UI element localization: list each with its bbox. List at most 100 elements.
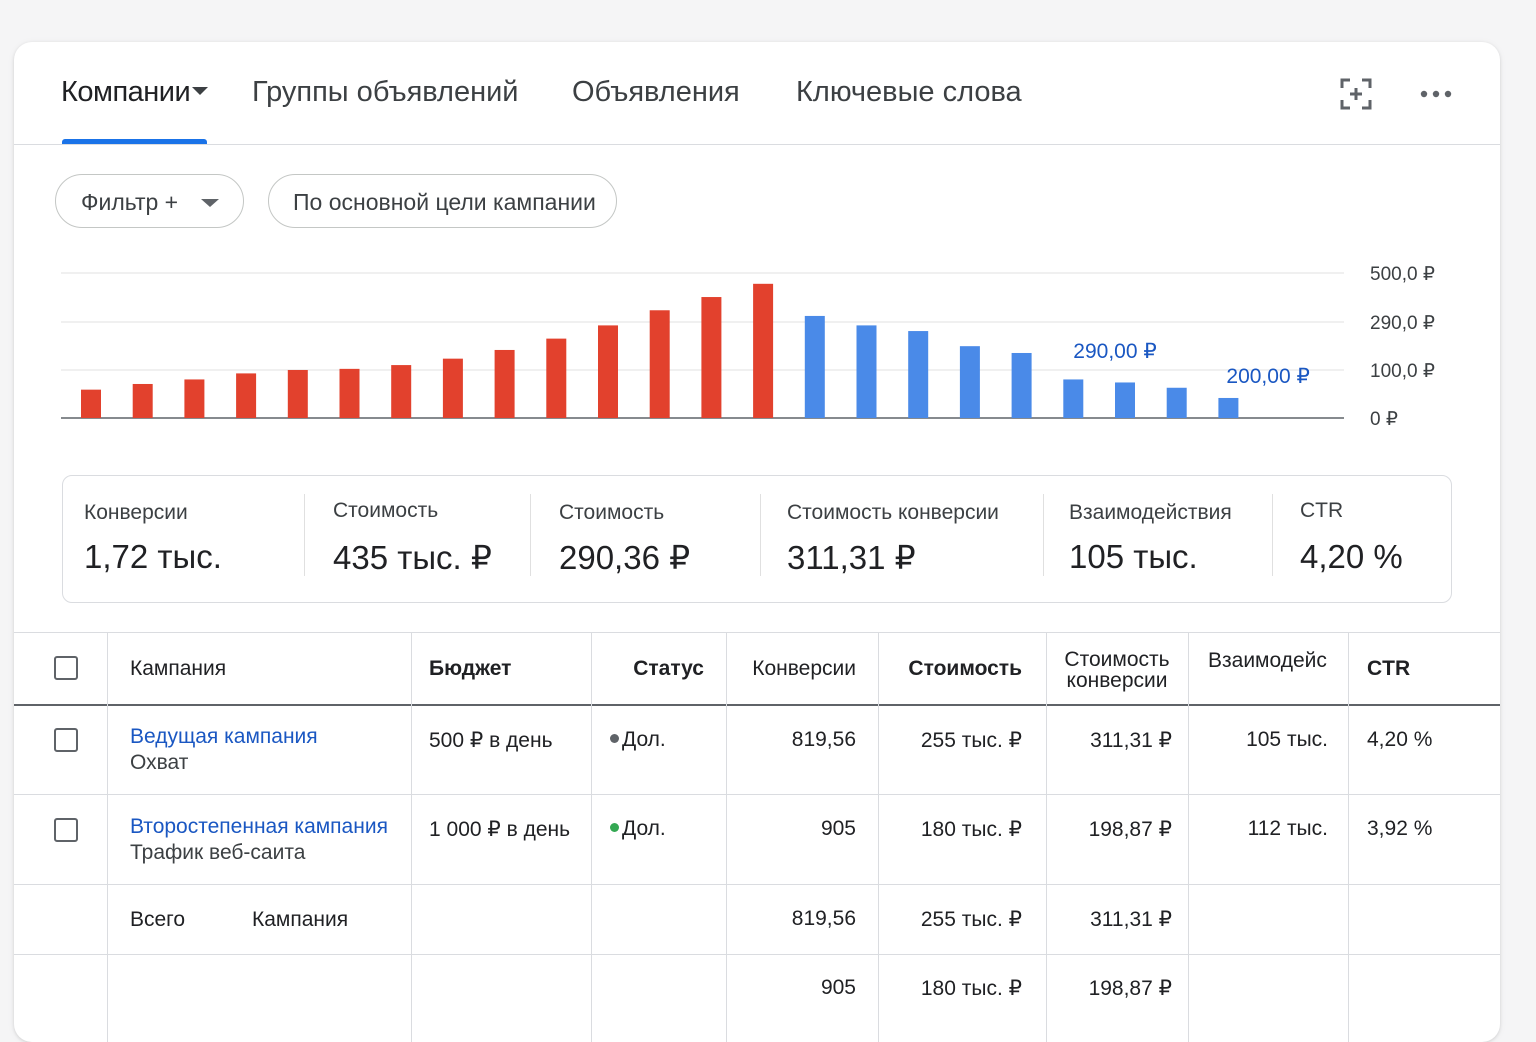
header-interactions[interactable]: Взаимодейс xyxy=(1208,649,1327,673)
active-tab-indicator xyxy=(62,139,207,144)
select-all-checkbox[interactable] xyxy=(54,656,78,680)
cost-value: 180 тыс. ₽ xyxy=(920,818,1022,841)
header-cost-per-conversion-line1: Стоимость xyxy=(1064,648,1170,671)
chart-bar[interactable] xyxy=(339,368,360,418)
totals-cost: 255 тыс. ₽ xyxy=(920,908,1022,931)
campaigns-card: Компании Группы объявлений Объявления Кл… xyxy=(14,42,1500,1042)
header-cost-per-conversion[interactable]: Стоимость конверсии xyxy=(1046,649,1188,691)
row-border xyxy=(14,954,1500,955)
column-divider xyxy=(411,632,412,1042)
header-conversions[interactable]: Конверсии xyxy=(726,657,856,681)
tab-campaigns[interactable]: Компании xyxy=(61,76,209,109)
metric-label: Стоимость конверсии xyxy=(787,501,999,524)
row-border xyxy=(14,794,1500,795)
chart-bar[interactable] xyxy=(287,369,308,418)
chart-bar[interactable] xyxy=(1063,379,1084,418)
metric-divider xyxy=(304,494,305,576)
metric-label: Стоимость xyxy=(333,499,439,522)
metric-divider xyxy=(530,494,531,576)
header-status[interactable]: Статус xyxy=(591,657,704,681)
metric-value: 105 тыс. xyxy=(1069,538,1198,575)
tab-ad-groups[interactable]: Группы объявлений xyxy=(252,76,519,109)
metric-label: Стоимость xyxy=(559,501,665,524)
status-dot-icon xyxy=(610,822,619,832)
chart-bar[interactable] xyxy=(649,310,670,418)
chart-bar[interactable] xyxy=(701,297,722,418)
ctr-value: 3,92 % xyxy=(1367,817,1433,840)
header-budget[interactable]: Бюджет xyxy=(429,657,511,681)
metric-label: Взаимодействия xyxy=(1069,501,1232,524)
status-text: Дол. xyxy=(622,728,666,751)
tab-campaigns-label: Компании xyxy=(61,76,191,108)
chart-bar[interactable] xyxy=(959,346,980,418)
budget-value[interactable]: 1 000 ₽ в день xyxy=(429,817,570,842)
filter-button[interactable]: Фильтр + xyxy=(55,174,244,228)
metric-divider xyxy=(1043,494,1044,576)
metric-label: Конверсии xyxy=(84,501,188,524)
goal-filter-chip[interactable]: По основной цели кампании xyxy=(268,174,617,228)
goal-filter-label: По основной цели кампании xyxy=(293,189,596,215)
filter-label: Фильтр + xyxy=(81,189,179,215)
chart-bar[interactable] xyxy=(391,365,412,418)
chart-bar[interactable] xyxy=(442,358,463,418)
chart-bar[interactable] xyxy=(546,338,567,418)
performance-chart: 500,0 ₽ 290,0 ₽ 100,0 ₽ 0 ₽ 290,00 ₽ 200,00 ₽ xyxy=(61,264,1435,430)
cost-value: 255 тыс. ₽ xyxy=(920,729,1022,752)
status-dot-icon xyxy=(610,733,619,743)
metric-value: 435 тыс. ₽ xyxy=(333,539,492,576)
expand-icon[interactable] xyxy=(1336,74,1376,114)
chart-bar[interactable] xyxy=(804,315,825,418)
more-options-icon[interactable] xyxy=(1416,74,1456,114)
metric-value: 4,20 % xyxy=(1300,538,1403,575)
ctr-value: 4,20 % xyxy=(1367,728,1433,751)
budget-value[interactable]: 500 ₽ в день xyxy=(429,728,553,753)
chart-bar[interactable] xyxy=(81,389,101,418)
interactions-value: 112 тыс. xyxy=(1247,817,1328,840)
totals-cost-per-conversion: 198,87 ₽ xyxy=(1088,977,1172,1000)
totals-cost-per-conversion: 311,31 ₽ xyxy=(1090,908,1172,931)
metric-value: 290,36 ₽ xyxy=(559,539,691,576)
totals-conversions: 905 xyxy=(820,976,856,999)
chart-bar[interactable] xyxy=(1218,397,1239,418)
metric-value: 311,31 ₽ xyxy=(787,539,916,576)
metrics-summary: Конверсии 1,72 тыс. Стоимость 435 тыс. ₽… xyxy=(62,475,1452,603)
status-cell: Дол. xyxy=(610,817,666,841)
header-cost[interactable]: Стоимость xyxy=(878,657,1022,681)
status-cell: Дол. xyxy=(610,728,666,752)
table-border xyxy=(14,632,1500,633)
chevron-down-icon xyxy=(192,87,209,96)
chart-bar[interactable] xyxy=(1011,352,1032,418)
chart-bar[interactable] xyxy=(184,379,205,418)
chart-bar[interactable] xyxy=(1115,382,1135,418)
metric-divider xyxy=(760,494,761,576)
y-tick-label: 0 ₽ xyxy=(1370,409,1398,430)
column-divider xyxy=(591,632,592,1042)
chart-bar[interactable] xyxy=(494,349,515,418)
chart-bar[interactable] xyxy=(856,325,877,418)
chart-bar[interactable] xyxy=(753,283,774,418)
totals-sublabel: Кампания xyxy=(252,908,349,931)
cost-per-conversion-value: 311,31 ₽ xyxy=(1090,729,1172,752)
chart-bar[interactable] xyxy=(1166,387,1187,418)
chart-bar[interactable] xyxy=(132,383,153,418)
chart-bar[interactable] xyxy=(236,373,257,418)
interactions-value: 105 тыс. xyxy=(1246,728,1328,751)
campaign-name-link[interactable]: Ведущая кампания xyxy=(130,725,318,749)
header-ctr[interactable]: CTR xyxy=(1367,657,1410,681)
chart-bar[interactable] xyxy=(908,331,929,418)
totals-conversions: 819,56 xyxy=(791,907,856,930)
tab-ads[interactable]: Объявления xyxy=(572,76,740,109)
conversions-value: 819,56 xyxy=(791,728,856,751)
campaign-type: Трафик веб-саита xyxy=(130,841,306,864)
campaign-name-link[interactable]: Второстепенная кампания xyxy=(130,815,388,839)
chart-bar[interactable] xyxy=(598,325,618,418)
header-campaign[interactable]: Кампания xyxy=(130,657,226,681)
row-checkbox[interactable] xyxy=(54,728,78,752)
header-cost-per-conversion-line2: конверсии xyxy=(1066,669,1168,692)
totals-cost: 180 тыс. ₽ xyxy=(920,977,1022,1000)
tab-bar: Компании Группы объявлений Объявления Кл… xyxy=(14,42,1500,145)
tab-keywords[interactable]: Ключевые слова xyxy=(796,76,1022,109)
conversions-value: 905 xyxy=(820,817,856,840)
header-border xyxy=(14,704,1500,706)
row-checkbox[interactable] xyxy=(54,818,78,842)
